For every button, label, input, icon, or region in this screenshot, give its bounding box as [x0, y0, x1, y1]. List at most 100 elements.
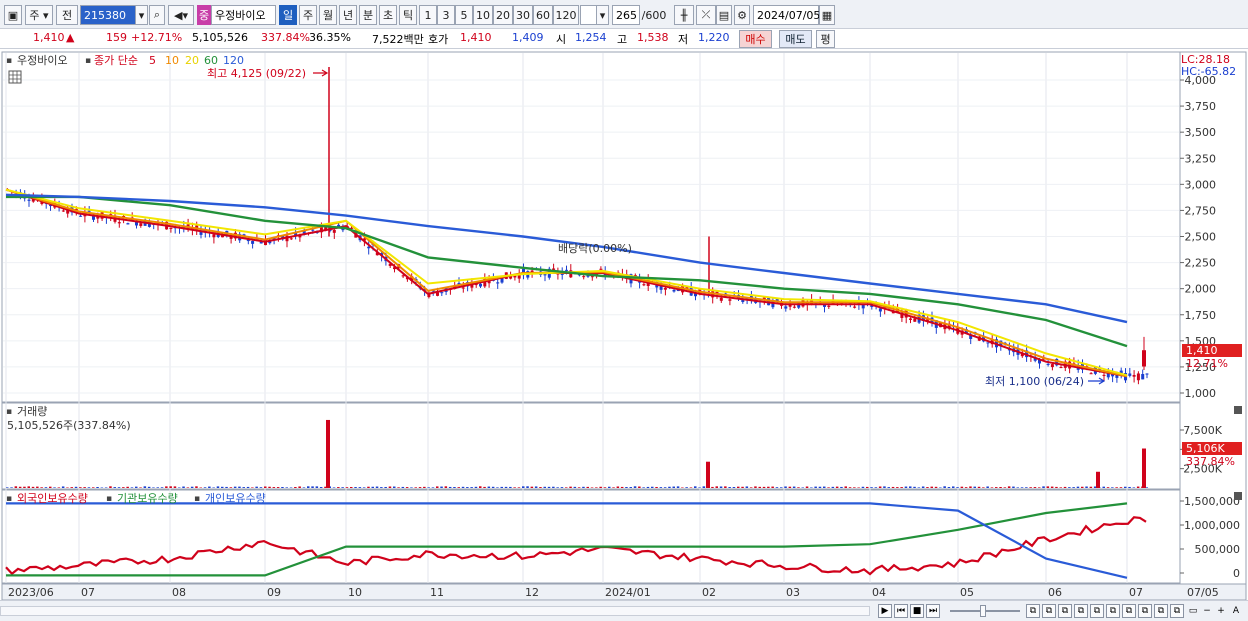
tool-icon-9[interactable]: ⧉	[1154, 604, 1168, 618]
volume-bar	[444, 486, 448, 488]
volume-bar	[130, 487, 134, 488]
interval-10[interactable]: 10	[473, 5, 493, 25]
interval-3[interactable]: 3	[437, 5, 455, 25]
volume-bar	[767, 486, 770, 488]
volume-bar	[552, 486, 555, 488]
candle-body	[496, 282, 500, 284]
volume-bar	[582, 486, 585, 488]
market-select[interactable]: 주 ▾	[25, 5, 53, 25]
stock-chart[interactable]: 4,0003,7503,5003,2503,0002,7502,5002,250…	[0, 50, 1248, 601]
collapse-icon[interactable]: ▭	[1186, 604, 1200, 618]
table-icon[interactable]	[8, 70, 22, 84]
candle-body	[461, 287, 465, 289]
volume-bar	[556, 487, 559, 488]
period-week[interactable]: 주	[299, 5, 317, 25]
volume-bar	[104, 487, 108, 488]
rewind-icon[interactable]: ⏮	[894, 604, 908, 618]
volume-bar	[393, 486, 396, 488]
period-month[interactable]: 월	[319, 5, 337, 25]
save-icon[interactable]: ▤	[716, 5, 732, 25]
interval-1[interactable]: 1	[419, 5, 437, 25]
forward-icon[interactable]: ⏭	[926, 604, 940, 618]
volume-bar	[418, 487, 422, 488]
volume-bar	[827, 487, 830, 488]
market-type-button[interactable]: 전	[56, 5, 78, 25]
stop-icon[interactable]: ■	[910, 604, 924, 618]
volume-bar	[311, 486, 314, 488]
holdings-dot-icon-2: ▪	[106, 494, 112, 504]
code-dropdown-icon[interactable]: ▾	[135, 5, 148, 25]
volume-bar	[921, 486, 925, 488]
search-icon[interactable]: ⌕	[149, 5, 165, 25]
period-second[interactable]: 초	[379, 5, 397, 25]
interval-30[interactable]: 30	[513, 5, 533, 25]
candle-icon[interactable]: ╫	[674, 5, 694, 25]
volume-bar	[341, 487, 344, 488]
volume-bar	[1012, 486, 1015, 488]
candle-body	[311, 229, 315, 231]
count-input[interactable]: 265	[612, 5, 640, 25]
gear-icon[interactable]: ⚙	[734, 5, 750, 25]
tool-icon-10[interactable]: ⧉	[1170, 604, 1184, 618]
tool-icon-4[interactable]: ⧉	[1074, 604, 1088, 618]
price-y-tick-label: 2,000	[1185, 283, 1217, 296]
tool-icon-3[interactable]: ⧉	[1058, 604, 1072, 618]
volume-bar	[844, 486, 847, 488]
play-icon[interactable]: ▶	[878, 604, 892, 618]
volume-bar	[31, 486, 35, 488]
volume-bar	[982, 487, 985, 488]
tool-icon-2[interactable]: ⧉	[1042, 604, 1056, 618]
period-minute[interactable]: 분	[359, 5, 377, 25]
speaker-icon[interactable]: ◀▾	[168, 5, 194, 25]
volume-close-icon[interactable]	[1234, 406, 1242, 414]
avg-button[interactable]: 평	[816, 30, 835, 48]
bid-price: 1,409	[512, 31, 544, 44]
zoom-out-icon[interactable]: −	[1200, 604, 1214, 618]
window-icon[interactable]: ▣	[4, 5, 22, 25]
interval-120[interactable]: 120	[553, 5, 579, 25]
tool-icon-8[interactable]: ⧉	[1138, 604, 1152, 618]
volume-bar	[728, 487, 731, 488]
volume-bar	[1089, 486, 1093, 488]
volume-bar	[401, 486, 405, 488]
volume-bar	[590, 487, 594, 488]
crosshair-icon[interactable]: ⤫	[696, 5, 716, 25]
interval-dropdown-icon[interactable]: ▾	[596, 5, 609, 25]
stock-name-field[interactable]: 우정바이오	[211, 5, 276, 25]
volume-bar	[702, 486, 706, 488]
holdings-label-institution: 기관보유수량	[117, 492, 178, 505]
holdings-close-icon[interactable]	[1234, 492, 1242, 500]
volume-bar	[565, 487, 568, 488]
tool-icon-6[interactable]: ⧉	[1106, 604, 1120, 618]
stock-code-input[interactable]: 215380	[80, 5, 136, 25]
period-year[interactable]: 년	[339, 5, 357, 25]
volume-tag-pct: 337.84%	[1186, 455, 1235, 468]
calendar-icon[interactable]: ▦	[819, 5, 835, 25]
volume-bar	[672, 486, 675, 488]
font-size-icon[interactable]: A	[1229, 604, 1243, 618]
x-tick-label: 06	[1048, 586, 1062, 599]
x-tick-label: 2023/06	[8, 586, 54, 599]
date-input[interactable]: 2024/07/05	[753, 5, 820, 25]
zoom-in-icon[interactable]: +	[1214, 604, 1228, 618]
volume-bar	[900, 487, 903, 488]
volume-spike-bar	[706, 461, 710, 488]
volume-bar	[10, 487, 13, 488]
sell-button[interactable]: 매도	[779, 30, 812, 48]
tool-icon-7[interactable]: ⧉	[1122, 604, 1136, 618]
tool-icon-5[interactable]: ⧉	[1090, 604, 1104, 618]
interval-60[interactable]: 60	[533, 5, 553, 25]
buy-button[interactable]: 매수	[739, 30, 772, 48]
chart-area[interactable]: 4,000 3,750 3,500 3,250 3,000 2,750 2,500 2,250…	[0, 50, 1248, 621]
period-day[interactable]: 일	[279, 5, 297, 25]
holdings-y-tick-label: 500,000	[1195, 543, 1241, 556]
interval-5[interactable]: 5	[455, 5, 473, 25]
high-label: 고	[617, 33, 628, 46]
zoom-slider-thumb[interactable]	[980, 605, 986, 617]
period-tick[interactable]: 틱	[399, 5, 417, 25]
interval-20[interactable]: 20	[493, 5, 513, 25]
volume-bar	[1124, 486, 1127, 488]
scroll-track[interactable]	[0, 606, 870, 616]
volume-bar	[848, 487, 852, 488]
tool-icon-1[interactable]: ⧉	[1026, 604, 1040, 618]
